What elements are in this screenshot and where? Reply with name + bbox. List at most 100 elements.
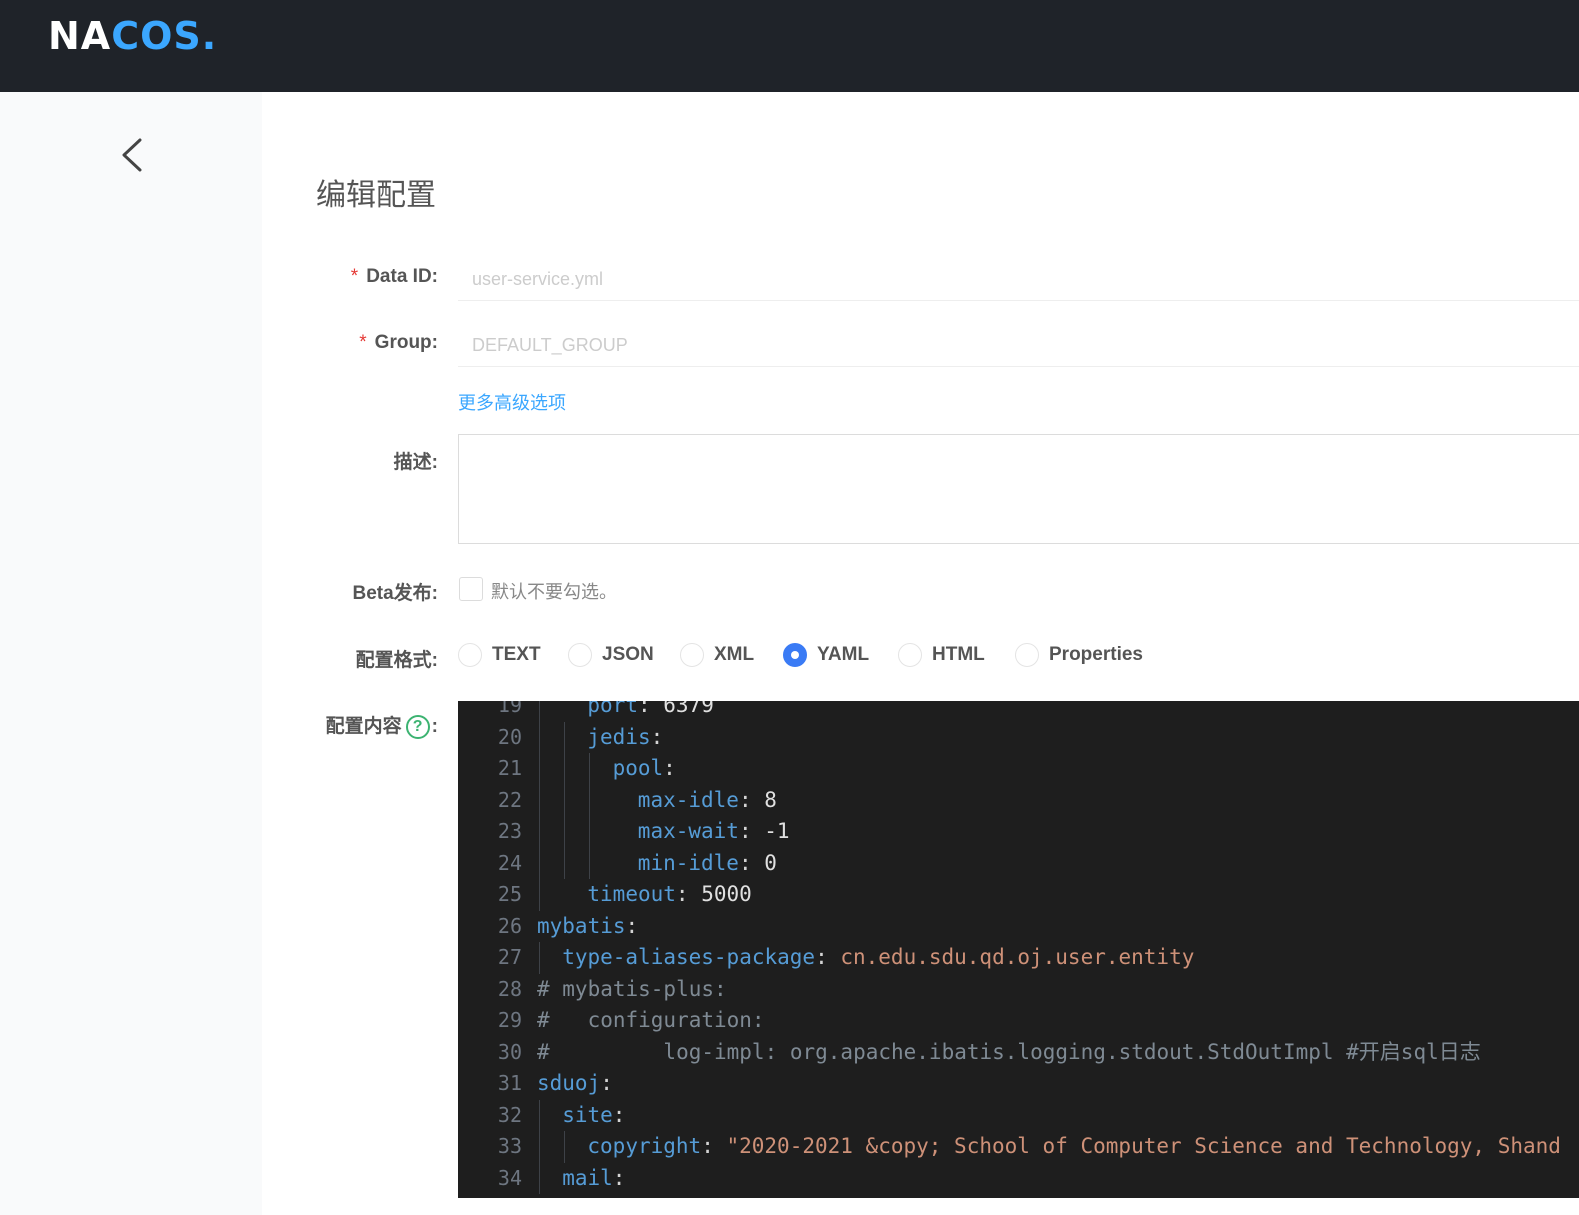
line-number: 22 [497,787,522,812]
yaml-key: sduoj [537,1071,601,1095]
code-editor[interactable]: 19 port: 6379 20 jedis: 21 pool: 22 max-idle: 8… [458,701,1579,1198]
code-line: 34 mail: [458,1163,1579,1195]
description-label: 描述: [393,452,438,473]
line-number: 28 [497,976,522,1001]
yaml-value: "2020-2021 &copy; School of Computer Sci… [726,1134,1561,1158]
code-line: 23 max-wait: -1 [458,816,1579,848]
code-text: pool: [613,753,676,785]
yaml-key: copyright [587,1134,702,1158]
code-text: mail: [562,1163,625,1195]
beta-label: Beta发布: [352,583,438,604]
code-line: 27 type-aliases-package: cn.edu.sdu.qd.oj… [458,942,1579,974]
code-text: type-aliases-package: cn.edu.sdu.qd.oj.u… [562,942,1194,974]
beta-checkbox[interactable] [459,577,483,601]
yaml-value: 8 [764,787,777,812]
code-comment: # configuration: [537,1008,765,1032]
code-text: copyright: "2020-2021 &copy; School of C… [587,1131,1561,1163]
radio-properties[interactable]: Properties [1015,643,1143,667]
code-line: 25 timeout: 5000 [458,879,1579,911]
yaml-separator: : [701,1134,727,1158]
yaml-value: cn.edu.sdu.qd.oj.user.entity [840,945,1195,969]
code-line: 28 # mybatis-plus: [458,974,1579,1006]
nacos-logo[interactable]: NA C OS. [48,14,217,58]
yaml-key: pool [612,756,664,780]
yaml-key: port [587,701,638,717]
line-number: 30 [497,1039,522,1064]
top-navbar: NA C OS. [0,0,1579,92]
code-line: 20 jedis: [458,722,1579,754]
line-number: 26 [497,913,522,938]
code-line: 26 mybatis: [458,911,1579,943]
code-text: jedis: [587,722,663,754]
yaml-key: mybatis [537,913,626,938]
radio-circle [898,643,922,667]
code-comment: # log-impl: org.apache.ibatis.logging.st… [537,1039,1481,1064]
line-number: 23 [497,819,522,843]
yaml-value: 6379 [663,701,714,717]
yaml-key: min-idle [637,850,739,875]
code-line: 32 site: [458,1100,1579,1132]
radio-json[interactable]: JSON [568,643,654,667]
help-icon[interactable]: ? [405,714,430,739]
yaml-separator: : [612,1102,626,1127]
line-number: 33 [497,1134,522,1158]
yaml-separator: : [663,756,676,780]
code-text: port: 6379 [587,701,713,722]
line-number: 27 [497,945,522,969]
code-text: site: [562,1100,625,1132]
beta-hint: 默认不要勾选。 [491,582,617,602]
code-line: 31 sduoj: [458,1068,1579,1100]
line-number: 24 [497,850,522,875]
line-number: 29 [497,1008,522,1032]
yaml-separator: : [738,787,765,812]
line-number: 32 [497,1102,522,1127]
yaml-key: jedis [587,724,651,749]
yaml-key: max-idle [637,787,739,812]
radio-circle [458,643,482,667]
code-text: sduoj: [537,1068,613,1100]
yaml-separator: : [815,945,841,969]
radio-text[interactable]: TEXT [458,643,541,667]
advanced-options-link[interactable]: 更多高级选项 [458,389,566,415]
yaml-key: type-aliases-package [562,945,816,969]
radio-html[interactable]: HTML [898,643,985,667]
radio-circle [680,643,704,667]
radio-yaml[interactable]: YAML [783,643,869,667]
content-label: 配置内容?: [325,714,438,739]
code-text: max-wait: -1 [638,816,790,848]
data-id-field[interactable]: user-service.yml [458,257,1579,301]
line-number: 34 [497,1165,522,1190]
code-text: # log-impl: org.apache.ibatis.logging.st… [537,1037,1481,1069]
code-text: # mybatis-plus: [537,974,727,1006]
yaml-separator: : [738,819,765,843]
back-arrow-icon[interactable] [118,136,150,174]
yaml-separator: : [738,850,765,875]
code-line: 29 # configuration: [458,1005,1579,1037]
yaml-value: 5000 [701,882,752,906]
code-comment: # mybatis-plus: [537,976,727,1001]
code-text: # configuration: [537,1005,765,1037]
yaml-key: site [562,1102,613,1127]
yaml-key: max-wait [637,819,739,843]
yaml-value: -1 [764,819,790,843]
radio-circle [1015,643,1039,667]
line-number: 31 [497,1071,522,1095]
radio-circle-selected [783,643,807,667]
yaml-separator: : [650,724,664,749]
yaml-key: timeout [587,882,676,906]
group-label: * Group: [359,332,438,353]
radio-xml[interactable]: XML [680,643,754,667]
code-text: mybatis: [537,911,638,943]
radio-circle [568,643,592,667]
data-id-label: * Data ID: [350,266,438,287]
description-textarea[interactable] [458,434,1579,544]
line-number: 20 [497,724,522,749]
code-line: 22 max-idle: 8 [458,785,1579,817]
left-pane [0,92,262,1215]
code-text: min-idle: 0 [638,848,777,880]
code-line: 21 pool: [458,753,1579,785]
yaml-separator: : [675,882,702,906]
yaml-separator: : [612,1165,626,1190]
group-field[interactable]: DEFAULT_GROUP [458,323,1579,367]
code-line: 33 copyright: "2020-2021 &copy; School of… [458,1131,1579,1163]
